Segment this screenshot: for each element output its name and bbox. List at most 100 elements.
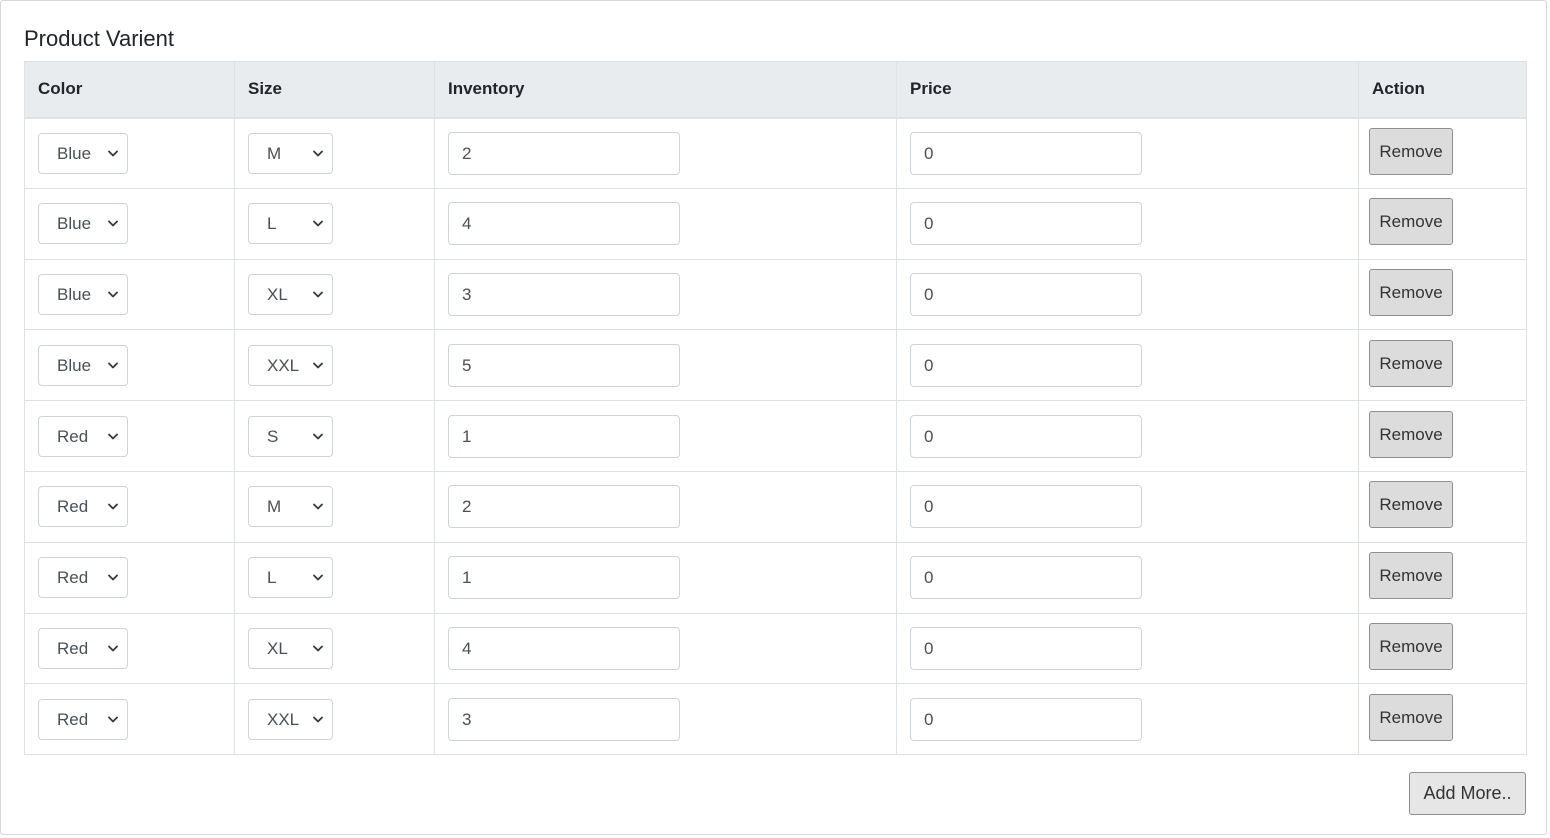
inventory-cell: 3 bbox=[434, 258, 897, 331]
price-input[interactable]: 0 bbox=[910, 414, 1142, 458]
inventory-input[interactable]: 3 bbox=[448, 272, 680, 316]
remove-button[interactable]: Remove bbox=[1369, 693, 1453, 741]
color-select[interactable]: Red bbox=[38, 698, 128, 740]
size-cell: L bbox=[234, 541, 435, 614]
action-cell: Remove bbox=[1358, 541, 1527, 614]
chevron-down-icon bbox=[313, 700, 323, 739]
color-cell: Red bbox=[24, 470, 235, 543]
chevron-down-icon bbox=[313, 417, 323, 456]
price-cell: 0 bbox=[896, 612, 1359, 685]
size-cell: L bbox=[234, 187, 435, 260]
size-select[interactable]: XL bbox=[248, 273, 333, 315]
color-select-value: Red bbox=[57, 638, 89, 658]
size-select[interactable]: XL bbox=[248, 627, 333, 669]
price-input[interactable]: 0 bbox=[910, 343, 1142, 387]
inventory-cell: 2 bbox=[434, 117, 897, 189]
color-select[interactable]: Blue bbox=[38, 203, 128, 245]
color-cell: Red bbox=[24, 612, 235, 685]
size-select-value: L bbox=[267, 214, 277, 234]
inventory-input[interactable]: 1 bbox=[448, 556, 680, 600]
color-select-value: Blue bbox=[57, 214, 92, 234]
inventory-input[interactable]: 2 bbox=[448, 485, 680, 529]
remove-button[interactable]: Remove bbox=[1369, 339, 1453, 387]
price-cell: 0 bbox=[896, 470, 1359, 543]
size-select[interactable]: XXL bbox=[248, 698, 333, 740]
price-input[interactable]: 0 bbox=[910, 556, 1142, 600]
table-row: Red L 1 0 Remove bbox=[24, 541, 1527, 614]
size-select-value: M bbox=[267, 143, 282, 163]
price-input[interactable]: 0 bbox=[910, 202, 1142, 246]
inventory-cell: 1 bbox=[434, 400, 897, 472]
remove-button[interactable]: Remove bbox=[1369, 622, 1453, 670]
price-input[interactable]: 0 bbox=[910, 272, 1142, 316]
table-row: Red XXL 3 0 Remove bbox=[24, 683, 1527, 756]
size-select-value: M bbox=[267, 497, 282, 517]
color-cell: Red bbox=[24, 400, 235, 472]
size-select[interactable]: L bbox=[248, 203, 333, 245]
remove-button[interactable]: Remove bbox=[1369, 410, 1453, 458]
price-cell: 0 bbox=[896, 683, 1359, 756]
size-select[interactable]: XXL bbox=[248, 344, 333, 386]
color-select-value: Blue bbox=[57, 355, 92, 375]
size-select[interactable]: L bbox=[248, 557, 333, 599]
inventory-input[interactable]: 4 bbox=[448, 202, 680, 246]
color-select[interactable]: Red bbox=[38, 557, 128, 599]
color-cell: Blue bbox=[24, 258, 235, 331]
price-cell: 0 bbox=[896, 400, 1359, 472]
color-select-value: Blue bbox=[57, 143, 92, 163]
color-select-value: Red bbox=[57, 709, 89, 729]
price-input[interactable]: 0 bbox=[910, 131, 1142, 175]
color-cell: Red bbox=[24, 683, 235, 756]
remove-button[interactable]: Remove bbox=[1369, 198, 1453, 246]
remove-button[interactable]: Remove bbox=[1369, 552, 1453, 600]
price-input[interactable]: 0 bbox=[910, 485, 1142, 529]
inventory-input[interactable]: 2 bbox=[448, 131, 680, 175]
size-select[interactable]: M bbox=[248, 132, 333, 174]
price-cell: 0 bbox=[896, 329, 1359, 402]
chevron-down-icon bbox=[313, 487, 323, 526]
table-row: Blue M 2 0 Remove bbox=[24, 117, 1527, 189]
color-select[interactable]: Red bbox=[38, 486, 128, 528]
size-select[interactable]: M bbox=[248, 486, 333, 528]
color-select-value: Red bbox=[57, 497, 89, 517]
inventory-input[interactable]: 5 bbox=[448, 343, 680, 387]
inventory-input[interactable]: 3 bbox=[448, 697, 680, 741]
action-cell: Remove bbox=[1358, 117, 1527, 189]
variant-table-body: Blue M 2 0 Remove Blue L 4 0 Remove Blue… bbox=[24, 117, 1527, 756]
inventory-cell: 4 bbox=[434, 187, 897, 260]
remove-button[interactable]: Remove bbox=[1369, 268, 1453, 316]
column-header-inventory: Inventory bbox=[434, 61, 897, 119]
table-row: Blue XXL 5 0 Remove bbox=[24, 329, 1527, 402]
price-input[interactable]: 0 bbox=[910, 626, 1142, 670]
inventory-input[interactable]: 1 bbox=[448, 414, 680, 458]
color-cell: Blue bbox=[24, 329, 235, 402]
size-select-value: XXL bbox=[267, 709, 300, 729]
color-select[interactable]: Blue bbox=[38, 344, 128, 386]
inventory-input[interactable]: 4 bbox=[448, 626, 680, 670]
remove-button[interactable]: Remove bbox=[1369, 127, 1453, 175]
page-title: Product Varient bbox=[24, 26, 175, 51]
chevron-down-icon bbox=[313, 629, 323, 668]
action-cell: Remove bbox=[1358, 187, 1527, 260]
price-cell: 0 bbox=[896, 258, 1359, 331]
size-cell: M bbox=[234, 117, 435, 189]
add-more-button[interactable]: Add More.. bbox=[1409, 772, 1526, 815]
inventory-cell: 4 bbox=[434, 612, 897, 685]
price-input[interactable]: 0 bbox=[910, 697, 1142, 741]
inventory-cell: 1 bbox=[434, 541, 897, 614]
action-cell: Remove bbox=[1358, 258, 1527, 331]
color-select[interactable]: Red bbox=[38, 415, 128, 457]
column-header-price: Price bbox=[896, 61, 1359, 119]
chevron-down-icon bbox=[108, 134, 118, 173]
size-select[interactable]: S bbox=[248, 415, 333, 457]
color-select-value: Red bbox=[57, 568, 89, 588]
color-select-value: Red bbox=[57, 426, 89, 446]
color-select[interactable]: Blue bbox=[38, 132, 128, 174]
size-cell: S bbox=[234, 400, 435, 472]
remove-button[interactable]: Remove bbox=[1369, 481, 1453, 529]
action-cell: Remove bbox=[1358, 612, 1527, 685]
table-row: Blue L 4 0 Remove bbox=[24, 187, 1527, 260]
color-select[interactable]: Red bbox=[38, 627, 128, 669]
color-select[interactable]: Blue bbox=[38, 273, 128, 315]
inventory-cell: 5 bbox=[434, 329, 897, 402]
